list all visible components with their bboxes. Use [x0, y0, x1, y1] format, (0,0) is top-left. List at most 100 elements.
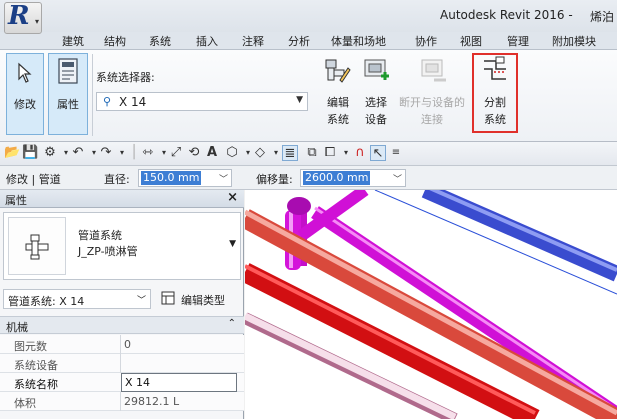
system-name-input[interactable]: X 14 — [121, 373, 237, 392]
property-value: X 14 — [125, 376, 151, 389]
properties-title: 属性 — [5, 194, 27, 207]
window-title-project: 烯泊 — [590, 10, 615, 24]
property-row-volume: 体积 29812.1 L — [0, 392, 244, 411]
save-icon[interactable]: 💾 — [22, 145, 38, 161]
tab-manage[interactable]: 管理 — [507, 33, 529, 49]
disconnect-icon — [421, 59, 446, 82]
3d-viewport[interactable] — [245, 190, 617, 419]
app-menu-button[interactable]: R ▾ — [4, 1, 42, 34]
magnet-icon[interactable]: ∩ — [352, 145, 368, 161]
open-icon[interactable]: 📂 — [4, 145, 20, 161]
options-bar: 修改 | 管道 直径: 150.0 mm ﹀ 偏移量: 2600.0 mm ﹀ — [0, 166, 617, 190]
property-value: 0 — [124, 338, 131, 351]
instance-filter-value: 管道系统: X 14 — [8, 295, 85, 308]
chevron-down-icon: ﹀ — [392, 175, 402, 185]
tab-insert[interactable]: 插入 — [196, 33, 218, 49]
close-icon[interactable]: × — [227, 190, 238, 205]
disconnect-label-2: 连接 — [421, 113, 443, 126]
revit-logo-icon: R — [8, 1, 30, 31]
select-equipment-label-1: 选择 — [365, 96, 387, 109]
properties-button[interactable]: 属性 — [48, 53, 88, 135]
split-system-highlight-box — [472, 53, 518, 133]
select-cursor-icon[interactable]: ↖ — [370, 145, 386, 161]
diameter-label: 直径: — [104, 173, 130, 186]
tab-collaborate[interactable]: 协作 — [415, 33, 437, 49]
system-selector-dropdown[interactable]: ⚲ X 14 ▼ — [96, 92, 308, 111]
pipe-type-icon — [25, 234, 49, 260]
chevron-down-icon: ▼ — [229, 239, 236, 249]
select-equipment-icon — [364, 59, 389, 80]
edit-system-label-1: 编辑 — [327, 96, 349, 109]
3d-view-icon[interactable]: ⬡ — [224, 145, 240, 161]
diameter-value: 150.0 mm — [141, 171, 202, 185]
chevron-down-icon: ▾ — [34, 17, 39, 26]
tab-architecture[interactable]: 建筑 — [62, 33, 84, 49]
type-name: J_ZP-喷淋管 — [78, 245, 138, 258]
edit-type-label: 编辑类型 — [181, 294, 225, 307]
tab-systems[interactable]: 系统 — [149, 33, 171, 49]
chevron-down-icon: ﹀ — [218, 175, 228, 185]
select-equipment-button[interactable]: 选择 设备 — [358, 56, 394, 136]
property-row-system-equipment: 系统设备 — [0, 354, 244, 373]
tab-massing-site[interactable]: 体量和场地 — [331, 33, 386, 49]
context-label: 修改 | 管道 — [6, 173, 61, 186]
tab-add-ins[interactable]: 附加模块 — [552, 33, 596, 49]
undo-icon[interactable]: ↶ — [70, 145, 86, 161]
collapse-icon[interactable]: ⌃ — [228, 318, 236, 329]
property-name: 系统设备 — [14, 359, 58, 372]
thin-lines-icon[interactable]: ≣ — [282, 145, 298, 161]
measure-icon[interactable]: ⇿ — [140, 145, 156, 161]
instance-filter-dropdown[interactable]: 管道系统: X 14 ﹀ — [3, 289, 151, 309]
edit-system-icon — [325, 59, 351, 83]
offset-label: 偏移量: — [256, 173, 293, 186]
diameter-dropdown[interactable]: 150.0 mm ﹀ — [138, 169, 232, 187]
section-icon[interactable]: ◇ — [252, 145, 268, 161]
property-value: 29812.1 L — [124, 395, 180, 408]
quick-access-toolbar: 📂 💾 ⚙ ▾ ↶ ▾ ↷ ▾ │ ⇿ ▾ ⤢ ⟲ A ⬡ ▾ ◇ ▾ ≣ ⧉ … — [0, 142, 617, 166]
cursor-arrow-icon — [18, 62, 32, 83]
pipe-system-icon: ⚲ — [103, 95, 112, 108]
switch-windows-icon[interactable]: ⧠ — [322, 145, 338, 161]
property-name: 系统名称 — [14, 378, 58, 391]
type-family-name: 管道系统 — [78, 229, 122, 242]
category-label: 机械 — [6, 321, 28, 334]
modify-button[interactable]: 修改 — [6, 53, 44, 135]
disconnect-label-1: 断开与设备的 — [399, 96, 465, 109]
type-preview — [8, 217, 66, 275]
disconnect-equipment-button[interactable]: 断开与设备的 连接 — [396, 56, 468, 136]
tab-analyze[interactable]: 分析 — [288, 33, 310, 49]
offset-value: 2600.0 mm — [303, 171, 371, 185]
edit-system-label-2: 系统 — [327, 113, 349, 126]
tab-annotate[interactable]: 注释 — [242, 33, 264, 49]
sync-icon[interactable]: ⚙ — [42, 145, 58, 161]
pipe-model-view — [245, 190, 617, 419]
tab-view[interactable]: 视图 — [460, 33, 482, 49]
aligned-dimension-icon[interactable]: ⤢ — [168, 145, 184, 161]
tab-structure[interactable]: 结构 — [104, 33, 126, 49]
edit-type-button[interactable]: 编辑类型 — [157, 289, 243, 309]
edit-type-icon — [161, 291, 175, 305]
text-icon[interactable]: A — [204, 145, 220, 161]
close-hidden-windows-icon[interactable]: ⧉ — [304, 145, 320, 161]
type-selector[interactable]: 管道系统 J_ZP-喷淋管 ▼ — [3, 212, 241, 280]
window-title: Autodesk Revit 2016 - — [440, 8, 573, 22]
ribbon-panel: 修改 属性 系统选择器: ⚲ X 14 ▼ 编辑 系统 选择 设备 断开与设备的… — [0, 50, 617, 142]
customize-qat-icon[interactable]: ≡ — [388, 145, 404, 161]
offset-dropdown[interactable]: 2600.0 mm ﹀ — [300, 169, 406, 187]
properties-icon — [58, 58, 78, 84]
chevron-down-icon: ﹀ — [136, 296, 146, 306]
redo-icon[interactable]: ↷ — [98, 145, 114, 161]
ribbon-tab-bar: 建筑 结构 系统 插入 注释 分析 体量和场地 协作 视图 管理 附加模块 — [0, 32, 617, 50]
property-name: 图元数 — [14, 340, 47, 353]
system-selector-label: 系统选择器: — [96, 71, 155, 84]
ribbon-separator — [92, 54, 93, 136]
category-mechanical[interactable]: 机械 ⌃ — [0, 316, 244, 334]
edit-system-button[interactable]: 编辑 系统 — [318, 56, 358, 136]
properties-header: 属性 × — [0, 190, 244, 208]
pipe-blue — [421, 190, 617, 282]
property-row-element-count: 图元数 0 — [0, 335, 244, 354]
tag-icon[interactable]: ⟲ — [186, 145, 202, 161]
system-selector-value: X 14 — [119, 95, 147, 109]
select-equipment-label-2: 设备 — [365, 113, 387, 126]
property-name: 体积 — [14, 397, 36, 410]
